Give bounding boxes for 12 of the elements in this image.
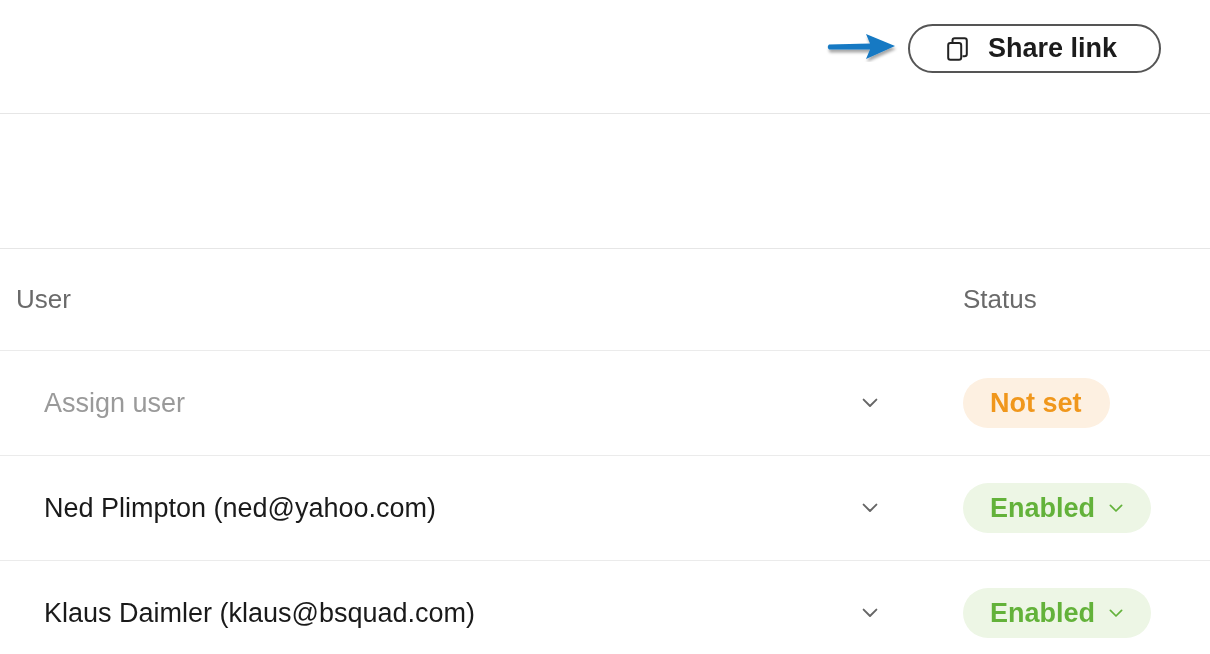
chevron-down-icon — [862, 398, 878, 408]
user-select[interactable]: Ned Plimpton (ned@yahoo.com) — [44, 480, 878, 536]
column-header: Status — [963, 284, 1037, 315]
chevron-down-icon — [862, 608, 878, 618]
chevron-down-icon — [1109, 608, 1124, 618]
status-tag: Not set — [963, 378, 1110, 428]
chevron-down-icon — [1109, 503, 1124, 513]
user-select[interactable]: Klaus Daimler (klaus@bsquad.com) — [44, 585, 878, 641]
column-header: User — [16, 284, 71, 315]
chevron-down-icon — [862, 503, 878, 513]
share-link-button[interactable]: Share link — [908, 24, 1161, 73]
copy-icon — [947, 36, 968, 61]
